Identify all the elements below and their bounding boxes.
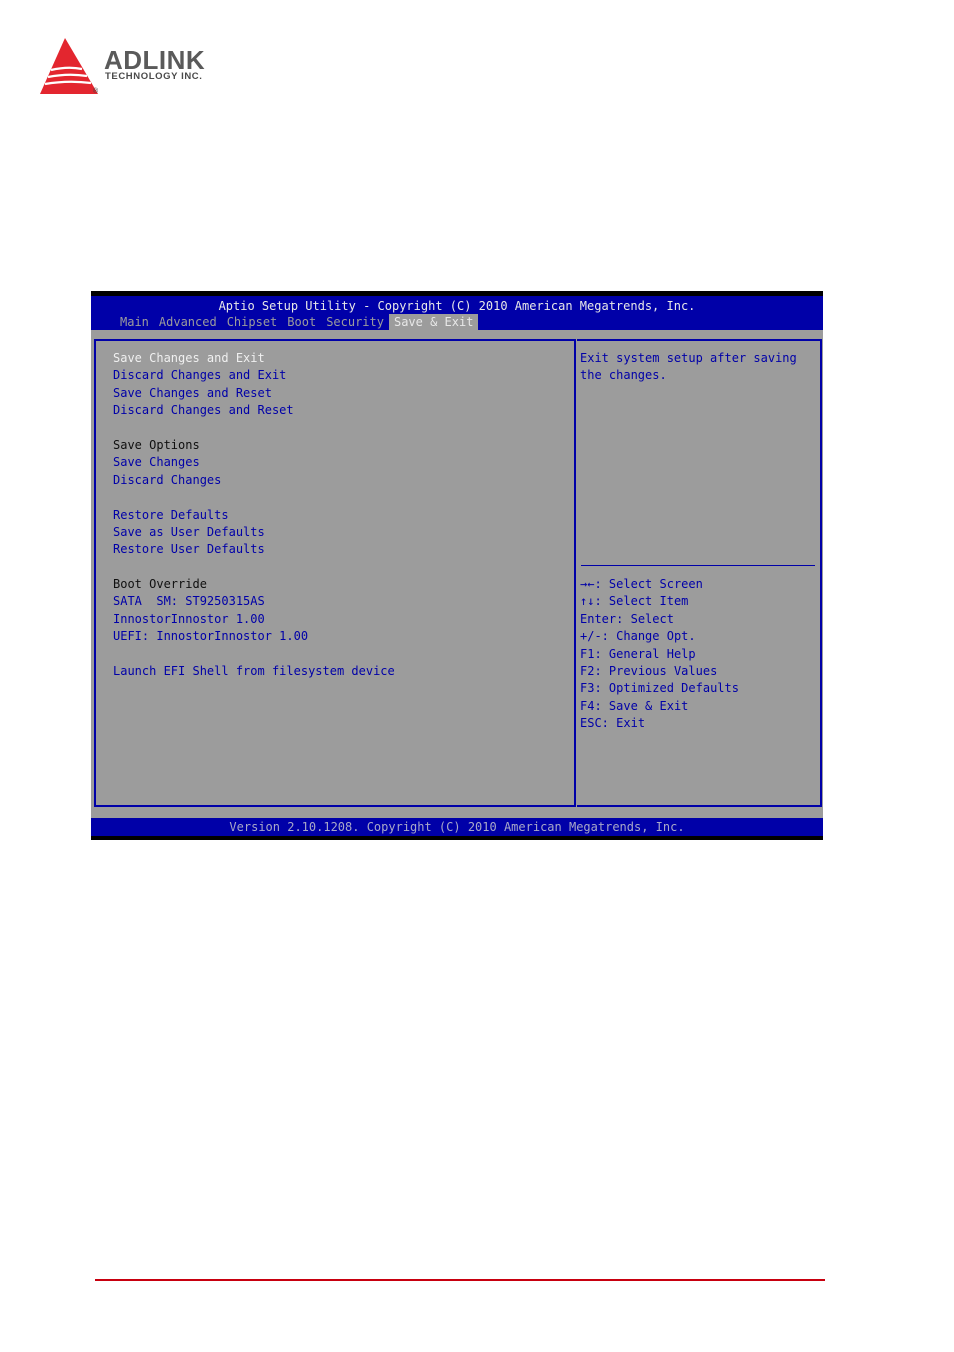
key-row-esc: ESC: Exit — [580, 715, 739, 732]
menu-spacer — [113, 420, 395, 437]
key-action: Save & Exit — [608, 698, 689, 713]
key-label: +/-: — [580, 629, 609, 644]
key-action: Optimized Defaults — [608, 681, 739, 696]
key-label: F1: — [580, 646, 602, 661]
key-action: Change Opt. — [616, 629, 696, 644]
menu-item-restore-user-defaults[interactable]: Restore User Defaults — [113, 541, 395, 558]
menu-item-discard-changes[interactable]: Discard Changes — [113, 472, 395, 489]
menu-item-boot-sata[interactable]: SATA SM: ST9250315AS — [113, 593, 395, 610]
menu-list: Save Changes and Exit Discard Changes an… — [113, 350, 395, 680]
bios-tab-bar: Main Advanced Chipset Boot Security Save… — [115, 314, 479, 330]
section-header-boot-override: Boot Override — [113, 577, 207, 592]
logo-name: ADLINK — [104, 45, 206, 75]
menu-item-save-as-user-defaults[interactable]: Save as User Defaults — [113, 524, 395, 541]
key-row-f4: F4: Save & Exit — [580, 698, 739, 715]
key-row-enter: Enter: Select — [580, 611, 739, 628]
key-action: Select — [630, 611, 674, 626]
registered-mark: ® — [93, 88, 99, 95]
bottom-border — [91, 836, 823, 840]
key-label: Enter: — [580, 611, 624, 626]
key-action: General Help — [608, 646, 696, 661]
menu-panel: Save Changes and Exit Discard Changes an… — [94, 339, 576, 807]
help-description: Exit system setup after saving the chang… — [580, 351, 797, 383]
key-action: Exit — [616, 716, 646, 731]
key-row-f1: F1: General Help — [580, 646, 739, 663]
key-label: ESC: — [580, 716, 609, 731]
menu-item-save-changes-and-reset[interactable]: Save Changes and Reset — [113, 385, 395, 402]
menu-item-discard-changes-and-exit[interactable]: Discard Changes and Exit — [113, 367, 395, 384]
key-label: F4: — [580, 698, 602, 713]
menu-item-boot-innostor[interactable]: InnostorInnostor 1.00 — [113, 611, 395, 628]
menu-item-launch-efi-shell[interactable]: Launch EFI Shell from filesystem device — [113, 663, 395, 680]
tab-security[interactable]: Security — [321, 314, 389, 330]
menu-item-restore-defaults[interactable]: Restore Defaults — [113, 507, 395, 524]
menu-spacer — [113, 646, 395, 663]
key-row-f2: F2: Previous Values — [580, 663, 739, 680]
key-action: Previous Values — [608, 663, 718, 678]
key-legend: →←: Select Screen ↑↓: Select Item Enter:… — [580, 576, 739, 733]
bios-title: Aptio Setup Utility - Copyright (C) 2010… — [218, 299, 696, 313]
key-row-select-item: ↑↓: Select Item — [580, 593, 739, 610]
logo-subtitle: TECHNOLOGY INC. — [105, 71, 203, 82]
arrow-up-down-icon: ↑↓: — [580, 594, 602, 609]
menu-item-save-changes-and-exit[interactable]: Save Changes and Exit — [113, 350, 395, 367]
menu-spacer — [113, 559, 395, 576]
menu-spacer — [113, 489, 395, 506]
bios-footer: Version 2.10.1208. Copyright (C) 2010 Am… — [91, 818, 823, 836]
section-header-save-options: Save Options — [113, 437, 200, 452]
key-row-select-screen: →←: Select Screen — [580, 576, 739, 593]
key-label: F2: — [580, 663, 602, 678]
help-divider — [581, 565, 815, 566]
key-row-change-opt: +/-: Change Opt. — [580, 628, 739, 645]
arrow-left-right-icon: →←: — [580, 577, 602, 591]
tab-main[interactable]: Main — [115, 314, 154, 330]
version-text: Version 2.10.1208. Copyright (C) 2010 Am… — [229, 820, 685, 834]
menu-item-save-changes[interactable]: Save Changes — [113, 454, 395, 471]
tab-advanced[interactable]: Advanced — [154, 314, 222, 330]
adlink-logo: ADLINK TECHNOLOGY INC. ® — [38, 36, 238, 100]
tab-chipset[interactable]: Chipset — [222, 314, 283, 330]
page-footer-rule — [95, 1279, 825, 1281]
tab-save-exit[interactable]: Save & Exit — [388, 314, 479, 330]
bios-header: Aptio Setup Utility - Copyright (C) 2010… — [91, 296, 823, 330]
key-action: Select Screen — [608, 577, 703, 591]
help-panel: Exit system setup after saving the chang… — [577, 339, 822, 807]
menu-item-boot-uefi-innostor[interactable]: UEFI: InnostorInnostor 1.00 — [113, 628, 395, 645]
menu-item-discard-changes-and-reset[interactable]: Discard Changes and Reset — [113, 402, 395, 419]
key-label: F3: — [580, 681, 602, 696]
key-action: Select Item — [608, 594, 689, 609]
bios-setup-screen: Aptio Setup Utility - Copyright (C) 2010… — [91, 291, 823, 840]
key-row-f3: F3: Optimized Defaults — [580, 680, 739, 697]
tab-boot[interactable]: Boot — [282, 314, 321, 330]
